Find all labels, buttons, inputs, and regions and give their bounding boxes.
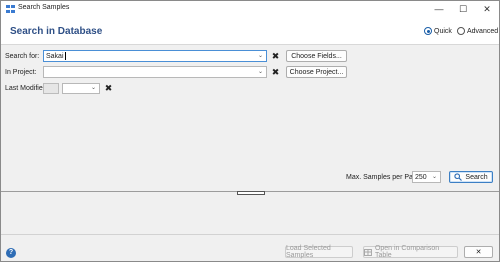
search-for-label: Search for: [5,53,40,60]
search-icon [454,173,463,181]
header-panel: Search in Database Quick Advanced [1,17,499,45]
close-window-button[interactable]: ✕ [475,1,499,17]
quick-mode-radio[interactable]: Quick [424,27,452,35]
maximize-button[interactable]: ☐ [451,1,475,17]
radio-unselected-icon [457,27,465,35]
chevron-down-icon[interactable]: ⌄ [258,53,264,59]
advanced-mode-radio[interactable]: Advanced [457,27,498,35]
choose-fields-button[interactable]: Choose Fields... [286,50,347,62]
text-caret [64,52,66,60]
search-button[interactable]: Search [449,171,493,183]
open-comparison-table-label: Open in Comparison Table [374,245,440,259]
in-project-label: In Project: [5,69,37,76]
minimize-button[interactable]: — [427,1,451,17]
max-samples-select[interactable]: 250 ⌄ [412,171,441,183]
search-for-input[interactable]: Sakai ⌄ [43,50,267,62]
clear-search-icon[interactable]: ✖ [271,52,280,61]
chevron-down-icon[interactable]: ⌄ [258,69,264,75]
choose-project-button[interactable]: Choose Project... [286,66,347,78]
clear-date-icon[interactable]: ✖ [104,84,113,93]
open-comparison-table-button[interactable]: Open in Comparison Table [363,245,458,259]
window-title: Search Samples [18,4,70,11]
close-button[interactable]: ✕ [464,246,493,258]
max-samples-value: 250 [415,173,427,181]
app-icon [6,5,15,13]
in-project-select[interactable]: ⌄ [43,66,267,78]
chevron-down-icon[interactable]: ⌄ [91,85,97,91]
last-modified-date-box[interactable] [43,83,59,94]
title-bar: Search Samples — ☐ ✕ [1,1,499,17]
last-modified-select[interactable]: ⌄ [62,83,100,94]
search-button-label: Search [465,173,488,181]
search-for-value: Sakai [46,52,64,60]
clear-project-icon[interactable]: ✖ [271,68,280,77]
quick-mode-label: Quick [434,27,452,35]
radio-selected-icon [424,27,432,35]
results-panel [1,195,499,235]
page-title: Search in Database [10,26,103,37]
chevron-down-icon[interactable]: ⌄ [432,174,438,180]
search-samples-window: Search Samples — ☐ ✕ Search in Database … [0,0,500,262]
advanced-mode-label: Advanced [467,27,499,35]
help-icon[interactable]: ? [6,248,16,258]
load-selected-samples-button[interactable]: Load Selected Samples [285,245,353,259]
table-icon [364,248,372,256]
